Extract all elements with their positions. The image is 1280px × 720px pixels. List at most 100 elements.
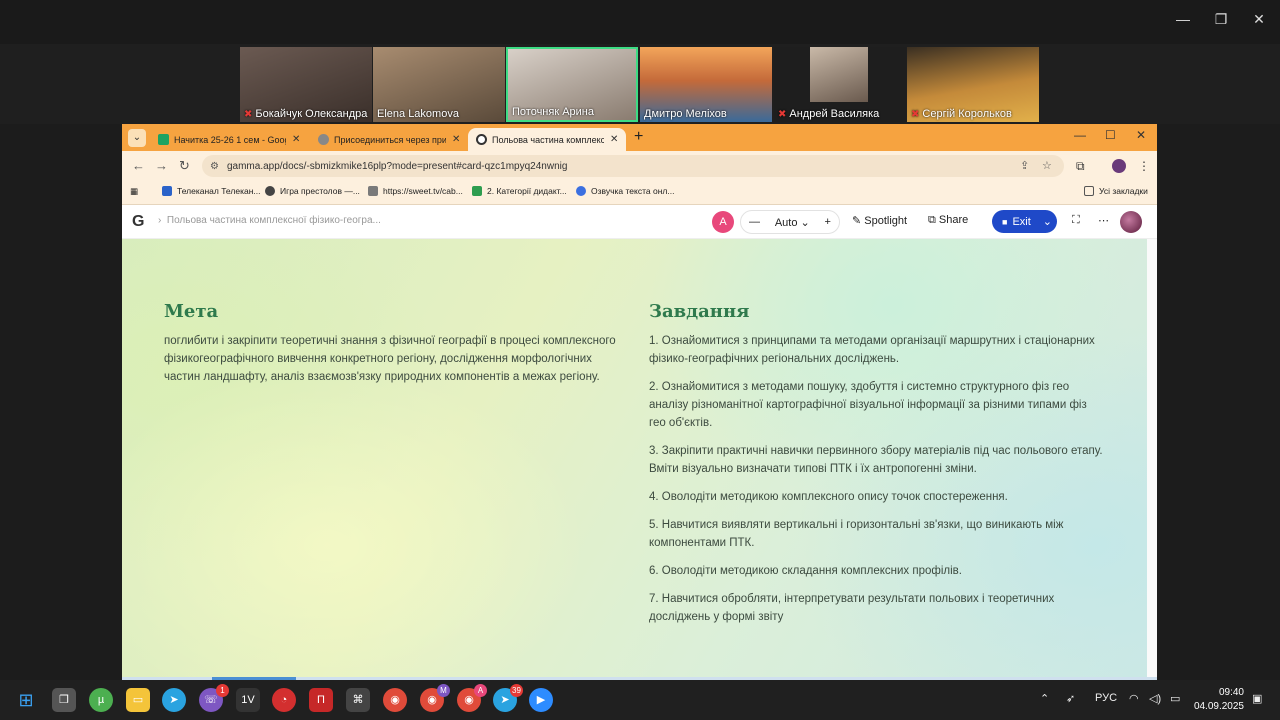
globe-icon bbox=[265, 186, 275, 196]
participant-tile-active-speaker[interactable]: Поточняк Арина bbox=[506, 47, 638, 122]
all-bookmarks[interactable]: Усі закладки bbox=[1084, 186, 1148, 196]
tv-icon bbox=[162, 186, 172, 196]
telegram-icon[interactable]: ➤ bbox=[162, 688, 186, 712]
viber-icon[interactable]: ☏ 1 bbox=[199, 684, 229, 712]
spotlight-icon: ✎ bbox=[852, 215, 862, 227]
gamma-icon bbox=[476, 134, 487, 145]
address-bar[interactable]: ⚙ gamma.app/docs/-sbmizkmike16plp?mode=p… bbox=[202, 155, 1064, 177]
app-red-icon[interactable]: Π bbox=[309, 688, 333, 712]
bookmark-item[interactable]: https://sweet.tv/cab... bbox=[368, 186, 463, 196]
tab-bar: ⌄ Начитка 25-26 1 сем - Google ✕ Присоед… bbox=[122, 124, 1157, 151]
minimize-icon[interactable]: — bbox=[1172, 8, 1194, 30]
notifications-icon[interactable]: ▣ bbox=[1252, 692, 1262, 705]
tab-close-icon[interactable]: ✕ bbox=[610, 134, 618, 145]
profile-icon[interactable] bbox=[1112, 159, 1126, 173]
participant-tile[interactable]: ✖ Андрей Василяка bbox=[774, 47, 906, 122]
breadcrumb[interactable]: › Польова частина комплексної фізико-гео… bbox=[158, 215, 381, 226]
more-options-icon[interactable]: ⋯ bbox=[1098, 214, 1109, 227]
tasks-section: Завдання 1. Ознайомитися з принципами та… bbox=[649, 301, 1104, 636]
scrollbar[interactable] bbox=[1147, 239, 1157, 677]
share-button[interactable]: ⧉ Share bbox=[928, 214, 968, 227]
goal-text: поглибити і закріпити теоретичні знання … bbox=[164, 335, 616, 383]
gamma-logo-icon[interactable]: G bbox=[132, 213, 144, 231]
apps-grid-icon[interactable]: ▦ bbox=[130, 186, 138, 197]
tab-close-icon[interactable]: ✕ bbox=[292, 134, 300, 145]
share-icon: ⧉ bbox=[928, 214, 936, 226]
participant-tile[interactable]: Elena Lakomova bbox=[373, 47, 505, 122]
system-clock[interactable]: 09:40 04.09.2025 bbox=[1192, 686, 1244, 714]
zoom-in-icon[interactable]: + bbox=[825, 216, 831, 228]
app-1v-icon[interactable]: 1V bbox=[236, 688, 260, 712]
reload-icon[interactable]: ↻ bbox=[179, 158, 190, 174]
tasks-heading: Завдання bbox=[649, 301, 750, 322]
bookmark-item[interactable]: Озвучка текста онл... bbox=[576, 186, 674, 196]
goal-section: Мета поглибити і закріпити теоретичні зн… bbox=[164, 301, 619, 386]
menu-kebab-icon[interactable]: ⋮ bbox=[1138, 159, 1150, 173]
bookmark-item[interactable]: 2. Категорії дидакт... bbox=[472, 186, 567, 196]
participant-tile[interactable]: ✖ Сергій Корольков bbox=[907, 47, 1039, 122]
zoom-icon[interactable]: ▶ bbox=[529, 688, 553, 712]
sweet-tv-icon bbox=[368, 186, 378, 196]
zoom-out-icon[interactable]: — bbox=[749, 216, 760, 228]
wifi-icon[interactable]: ◠ bbox=[1129, 692, 1139, 705]
task-item: 3. Закріпити практичні навички первинног… bbox=[649, 445, 1103, 475]
bookmark-star-icon[interactable]: ☆ bbox=[1042, 155, 1052, 177]
spotlight-button[interactable]: ✎ Spotlight bbox=[852, 214, 907, 227]
back-icon[interactable]: ← bbox=[132, 158, 145, 173]
language-indicator[interactable]: РУС bbox=[1095, 692, 1117, 704]
browser-maximize-icon[interactable]: ☐ bbox=[1105, 128, 1116, 142]
bookmark-item[interactable]: Игра престолов —... bbox=[265, 186, 360, 196]
presentation-slide: Мета поглибити і закріпити теоретичні зн… bbox=[122, 239, 1147, 677]
participant-tile[interactable]: Дмитро Меліхов bbox=[640, 47, 772, 122]
task-item: 7. Навчитися обробляти, інтерпретувати р… bbox=[649, 593, 1055, 623]
bookmark-item[interactable]: Телеканал Телекан... bbox=[162, 186, 260, 196]
document-icon bbox=[472, 186, 482, 196]
browser-close-icon[interactable]: ✕ bbox=[1136, 128, 1146, 142]
task-view-icon[interactable]: ❐ bbox=[52, 688, 76, 712]
game-icon[interactable]: ⌘ bbox=[346, 688, 370, 712]
utorrent-icon[interactable]: µ bbox=[89, 688, 113, 712]
browser-window: ⌄ Начитка 25-26 1 сем - Google ✕ Присоед… bbox=[122, 124, 1157, 680]
participant-tile[interactable]: ✖ Бокайчук Олександра bbox=[240, 47, 372, 122]
chrome-profile-icon[interactable]: ◉ A bbox=[457, 684, 487, 712]
mic-muted-icon: ✖ bbox=[911, 109, 920, 120]
battery-icon[interactable]: ▭ bbox=[1170, 692, 1180, 705]
forward-icon[interactable]: → bbox=[155, 158, 168, 173]
fullscreen-icon[interactable]: ⛶ bbox=[1072, 214, 1080, 227]
participant-video bbox=[810, 47, 868, 102]
task-item: 1. Ознайомитися з принципами та методами… bbox=[649, 335, 1095, 365]
install-app-icon[interactable]: ⇪ bbox=[1020, 155, 1029, 177]
task-item: 4. Оволодіти методикою комплексного опис… bbox=[649, 491, 1008, 503]
chrome-profile-icon[interactable]: ◉ M bbox=[420, 684, 450, 712]
mic-muted-icon: ✖ bbox=[778, 109, 787, 120]
tab-close-icon[interactable]: ✕ bbox=[452, 134, 460, 145]
task-item: 2. Ознайомитися з методами пошуку, здобу… bbox=[649, 381, 1087, 429]
chrome-icon[interactable]: ◉ bbox=[383, 688, 407, 712]
close-icon[interactable]: ✕ bbox=[1248, 8, 1270, 30]
chevron-down-icon[interactable]: ⌄ bbox=[1043, 215, 1052, 228]
volume-icon[interactable]: ◁) bbox=[1149, 692, 1161, 705]
site-info-icon[interactable]: ⚙ bbox=[210, 161, 219, 172]
task-item: 6. Оволодіти методикою складання комплек… bbox=[649, 565, 962, 577]
new-tab-icon[interactable]: + bbox=[634, 128, 643, 146]
zoom-select[interactable]: Auto ⌄ bbox=[775, 216, 810, 229]
avatar[interactable]: A bbox=[712, 211, 734, 233]
tab-gamma[interactable]: Польова частина комплексно ✕ bbox=[468, 128, 627, 151]
bookmarks-bar: ▦ Телеканал Телекан... Игра престолов —.… bbox=[122, 181, 1157, 205]
exit-button[interactable]: ■ Exit ⌄ bbox=[992, 210, 1057, 233]
file-explorer-icon[interactable]: ▭ bbox=[126, 688, 150, 712]
extensions-icon[interactable]: ⧉ bbox=[1076, 159, 1085, 174]
user-avatar[interactable] bbox=[1120, 211, 1142, 233]
location-icon[interactable]: ➶ bbox=[1066, 692, 1075, 705]
windows-start-icon[interactable]: ⊞ bbox=[14, 688, 38, 712]
restore-icon[interactable]: ❐ bbox=[1210, 8, 1232, 30]
tab-sheets[interactable]: Начитка 25-26 1 сем - Google ✕ bbox=[150, 128, 308, 151]
opera-style-icon[interactable]: ◔ bbox=[272, 688, 296, 712]
browser-minimize-icon[interactable]: — bbox=[1074, 128, 1086, 142]
voice-icon bbox=[576, 186, 586, 196]
task-item: 5. Навчитися виявляти вертикальні і гори… bbox=[649, 519, 1064, 549]
telegram-icon[interactable]: ➤ 39 bbox=[493, 684, 523, 712]
tab-search-icon[interactable]: ⌄ bbox=[128, 129, 146, 147]
tab-join[interactable]: Присоединиться через прило ✕ bbox=[310, 128, 468, 151]
tray-chevron-up-icon[interactable]: ⌃ bbox=[1040, 692, 1049, 705]
